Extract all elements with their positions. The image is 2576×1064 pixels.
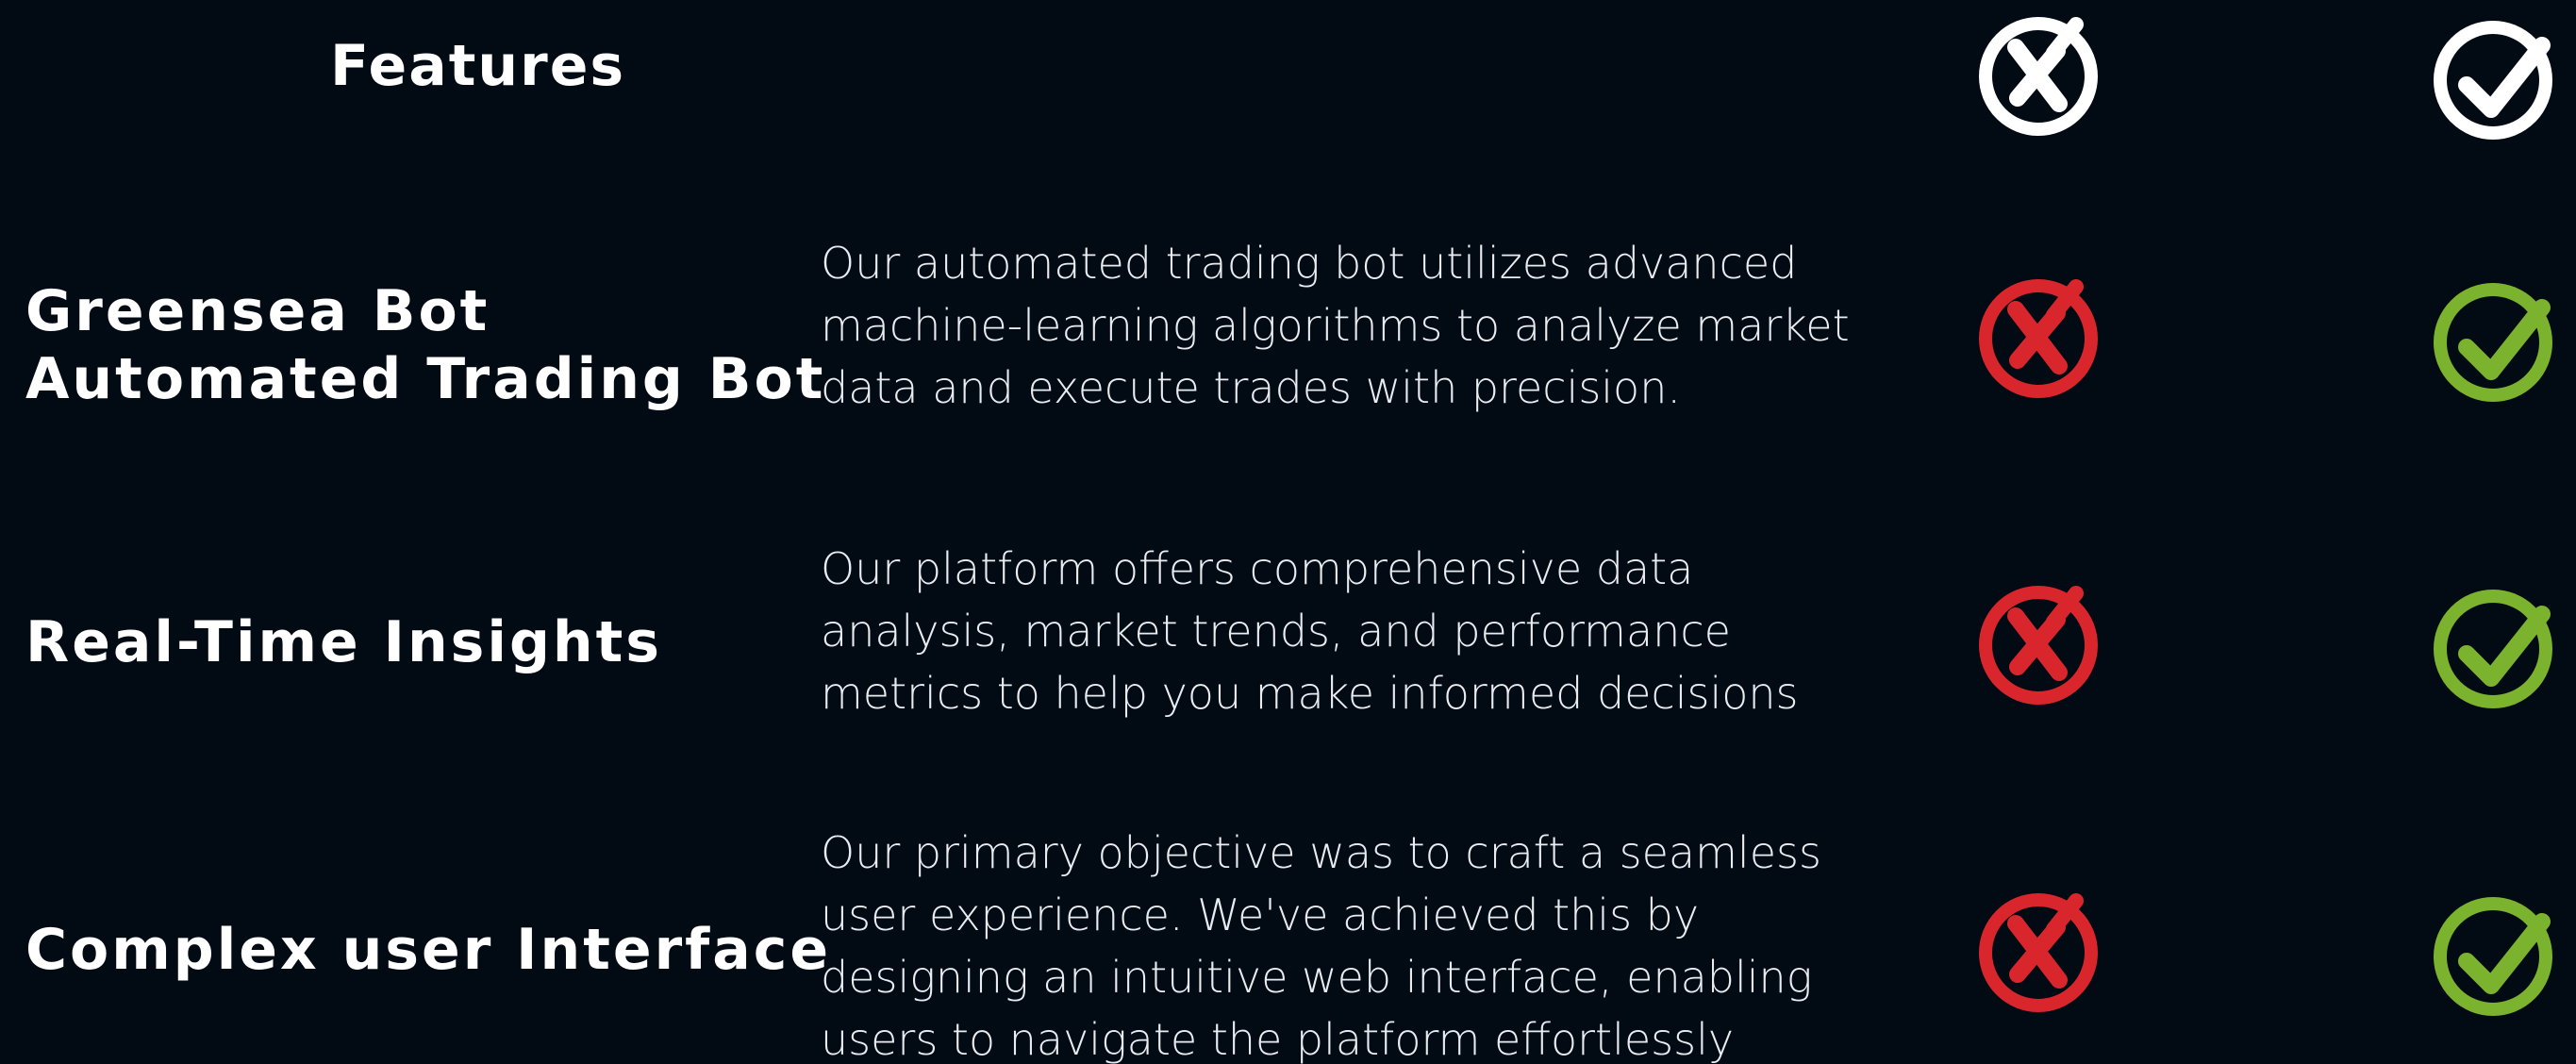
feature-title-line: Complex user Interface [25, 917, 832, 983]
feature-title: Real-Time Insights [25, 608, 662, 676]
description-line: Our platform offers comprehensive data [821, 543, 1694, 594]
feature-description: Our automated trading bot utilizes advan… [821, 232, 1886, 419]
feature-title-line: Automated Trading Bot [25, 346, 826, 412]
feature-title-line: Greensea Bot [25, 278, 490, 344]
description-line: metrics to help you make informed decisi… [821, 668, 1799, 719]
description-line: Our automated trading bot utilizes advan… [821, 238, 1798, 289]
feature-title: Complex user Interface [25, 916, 831, 984]
feature-title: Greensea Bot Automated Trading Bot [25, 277, 825, 413]
description-line: data and execute trades with precision. [821, 362, 1681, 413]
x-circle-icon [1976, 576, 2108, 708]
feature-title-line: Real-Time Insights [25, 609, 663, 675]
page-title: Features [330, 33, 626, 99]
feature-description: Our primary objective was to craft a sea… [821, 822, 1886, 1064]
check-circle-icon [2431, 11, 2563, 143]
x-circle-icon [1976, 8, 2108, 140]
description-line: machine-learning algorithms to analyze m… [821, 300, 1850, 351]
check-circle-icon [2431, 888, 2563, 1020]
description-line: users to navigate the platform effortles… [821, 1014, 1735, 1064]
x-circle-icon [1976, 884, 2108, 1016]
description-line: user experience. We've achieved this by [821, 889, 1700, 940]
check-circle-icon [2431, 580, 2563, 712]
check-circle-icon [2431, 274, 2563, 406]
description-line: designing an intuitive web interface, en… [821, 952, 1813, 1003]
description-line: analysis, market trends, and performance [821, 606, 1731, 657]
feature-description: Our platform offers comprehensive data a… [821, 538, 1886, 724]
x-circle-icon [1976, 270, 2108, 402]
description-line: Our primary objective was to craft a sea… [821, 827, 1821, 878]
